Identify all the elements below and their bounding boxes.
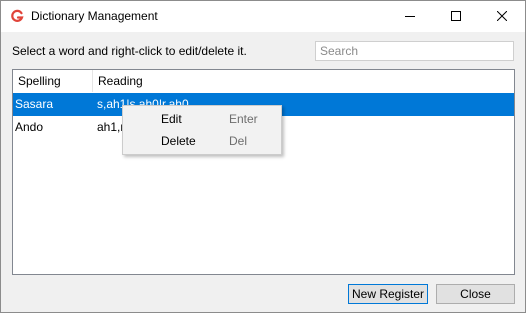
menu-item-label: Edit xyxy=(161,112,182,126)
menu-item-shortcut: Del xyxy=(229,134,248,148)
search-input[interactable] xyxy=(315,41,514,61)
close-icon xyxy=(496,10,508,24)
spelling-cell: Sasara xyxy=(15,97,54,111)
dictionary-window: Dictionary Management Select a word and … xyxy=(0,0,526,313)
close-window-button[interactable] xyxy=(479,1,525,32)
menu-item-delete[interactable]: Delete Del xyxy=(125,130,279,152)
menu-item-label: Delete xyxy=(161,134,196,148)
dictionary-list[interactable]: Spelling Reading Sasara s,ah1|s,ah0|r,ah… xyxy=(12,69,515,275)
column-header-spelling[interactable]: Spelling xyxy=(13,70,93,92)
list-header: Spelling Reading xyxy=(13,70,514,92)
instruction-text: Select a word and right-click to edit/de… xyxy=(12,44,247,58)
column-header-reading[interactable]: Reading xyxy=(93,70,514,92)
title-bar[interactable]: Dictionary Management xyxy=(1,1,525,32)
spelling-cell: Ando xyxy=(15,120,44,134)
close-button[interactable]: Close xyxy=(436,284,515,304)
minimize-icon xyxy=(405,10,415,24)
window-title: Dictionary Management xyxy=(31,9,158,23)
minimize-button[interactable] xyxy=(387,1,433,32)
maximize-icon xyxy=(451,10,461,24)
menu-item-shortcut: Enter xyxy=(229,112,258,126)
context-menu: Edit Enter Delete Del xyxy=(122,105,282,155)
menu-item-edit[interactable]: Edit Enter xyxy=(125,108,279,130)
new-register-button[interactable]: New Register xyxy=(348,284,428,304)
app-logo-icon xyxy=(10,9,24,23)
maximize-button[interactable] xyxy=(433,1,479,32)
